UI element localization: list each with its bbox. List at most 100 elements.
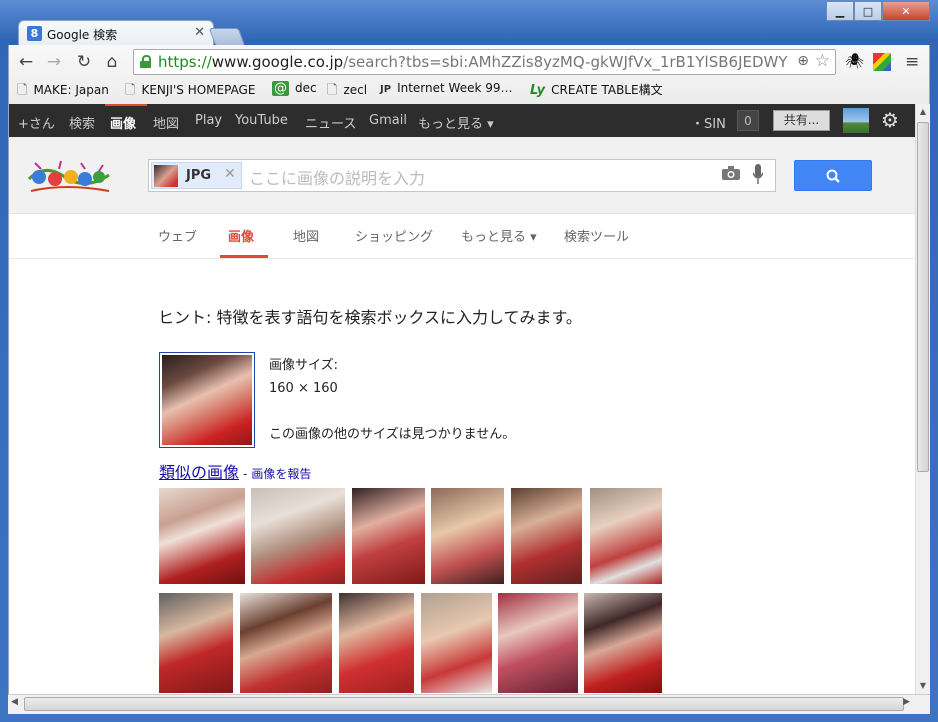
search-header: JPG ✕ ここに画像の説明を入力: [9, 137, 915, 214]
gbar-search[interactable]: 検索: [69, 113, 95, 132]
similar-image-thumb[interactable]: [431, 488, 504, 584]
vertical-scrollbar[interactable]: ▲ ▼: [915, 104, 930, 694]
browser-tab[interactable]: 8 Google 検索 ✕: [18, 20, 214, 46]
similar-image-thumb[interactable]: [498, 593, 578, 693]
scroll-down-icon[interactable]: ▼: [916, 678, 930, 694]
bookmark-item[interactable]: JP Internet Week 99…: [380, 81, 513, 95]
jpnic-icon: JP: [380, 84, 392, 95]
google-bar: +さん 検索 画像 地図 Play YouTube ニュース Gmail もっと…: [9, 104, 915, 137]
horizontal-scrollbar[interactable]: ◀ ▶: [8, 694, 930, 714]
forward-arrow-icon[interactable]: →: [43, 52, 65, 72]
similar-image-thumb[interactable]: [421, 593, 492, 693]
similar-image-thumb[interactable]: [511, 488, 582, 584]
tab-shopping[interactable]: ショッピング: [355, 226, 433, 245]
gbar-images[interactable]: 画像: [110, 113, 136, 132]
at-icon: @: [272, 81, 289, 96]
address-bar[interactable]: https://www.google.co.jp/search?tbs=sbi:…: [133, 49, 836, 75]
google-favicon-icon: 8: [27, 26, 42, 41]
similar-image-thumb[interactable]: [251, 488, 345, 584]
similar-image-thumb[interactable]: [590, 488, 662, 584]
chip-label: JPG: [186, 168, 212, 183]
close-window-button[interactable]: ✕: [882, 1, 930, 21]
search-box[interactable]: JPG ✕ ここに画像の説明を入力: [148, 159, 776, 192]
page-viewport: +さん 検索 画像 地図 Play YouTube ニュース Gmail もっと…: [8, 104, 915, 694]
gbar-plus[interactable]: +さん: [18, 113, 55, 132]
similar-image-thumb[interactable]: [240, 593, 332, 693]
tab-maps[interactable]: 地図: [293, 226, 319, 245]
query-image[interactable]: [159, 352, 255, 448]
back-arrow-icon[interactable]: ←: [15, 52, 37, 72]
similar-image-thumb[interactable]: [584, 593, 662, 693]
browser-toolbar: ← → ↻ ⌂ https://www.google.co.jp/search?…: [8, 45, 930, 104]
bookmark-item[interactable]: @ dec: [272, 81, 317, 96]
active-indicator: [105, 104, 147, 106]
vertical-scroll-thumb[interactable]: [917, 122, 929, 472]
size-label: 画像サイズ:: [269, 358, 338, 373]
query-image-photo: [162, 355, 252, 445]
search-tabs: ウェブ 画像 地図 ショッピング もっと見る ▾ 検索ツール: [9, 214, 915, 259]
page-icon: 🗋: [125, 83, 136, 98]
report-image-link[interactable]: 画像を報告: [251, 467, 311, 481]
minimize-button[interactable]: ▁: [826, 1, 854, 21]
window-controls: ▁ □ ✕: [826, 1, 930, 21]
bookmark-item[interactable]: 🗋 MAKE: Japan: [17, 81, 109, 103]
no-other-sizes-text: この画像の他のサイズは見つかりません。: [269, 427, 516, 442]
gbar-user[interactable]: ・SIN: [691, 113, 726, 132]
similar-images-link[interactable]: 類似の画像: [159, 463, 239, 482]
horizontal-scroll-thumb[interactable]: [24, 697, 904, 711]
similar-image-thumb[interactable]: [159, 488, 245, 584]
search-button[interactable]: [794, 160, 872, 191]
tab-search-tools[interactable]: 検索ツール: [564, 226, 629, 245]
camera-icon[interactable]: [722, 166, 740, 180]
tab-more[interactable]: もっと見る ▾: [461, 226, 537, 245]
home-icon[interactable]: ⌂: [101, 52, 123, 72]
bookmark-item[interactable]: 🗋 KENJI'S HOMEPAGE: [125, 81, 255, 103]
gbar-play[interactable]: Play: [195, 113, 222, 128]
query-thumbnail: [154, 165, 178, 187]
avatar[interactable]: [843, 108, 869, 133]
scroll-left-icon[interactable]: ◀: [11, 697, 18, 707]
share-button[interactable]: 共有...: [773, 110, 830, 131]
maximize-button[interactable]: □: [854, 1, 882, 21]
tab-images[interactable]: 画像: [228, 226, 254, 245]
tab-web[interactable]: ウェブ: [158, 226, 197, 245]
microphone-icon[interactable]: [753, 164, 763, 186]
bookmark-item[interactable]: 🗋 zecl: [327, 81, 367, 103]
color-extension-icon[interactable]: [873, 53, 891, 71]
browser-window: 8 Google 検索 ✕ ▁ □ ✕ ← → ↻ ⌂ https://www.…: [0, 0, 938, 722]
new-tab-button[interactable]: [208, 28, 246, 46]
gbar-youtube[interactable]: YouTube: [235, 113, 288, 128]
size-value: 160 × 160: [269, 381, 338, 396]
bookmark-item[interactable]: Ly CREATE TABLE構文: [530, 81, 663, 98]
gbar-maps[interactable]: 地図: [153, 113, 179, 132]
zoom-icon[interactable]: ⊕: [797, 53, 809, 69]
page-icon: 🗋: [327, 83, 338, 98]
page-icon: 🗋: [17, 83, 28, 98]
search-icon: [826, 169, 840, 183]
google-doodle-logo[interactable]: [25, 157, 113, 197]
image-query-chip[interactable]: JPG ✕: [151, 162, 242, 189]
similar-image-thumb[interactable]: [352, 488, 425, 584]
gbar-gmail[interactable]: Gmail: [369, 113, 407, 128]
reload-icon[interactable]: ↻: [73, 52, 95, 72]
similar-image-thumb[interactable]: [159, 593, 233, 693]
gbar-more[interactable]: もっと見る ▾: [418, 113, 494, 132]
tab-close-icon[interactable]: ✕: [194, 25, 205, 40]
bookmark-star-icon[interactable]: ☆: [815, 51, 830, 71]
scroll-right-icon[interactable]: ▶: [903, 697, 910, 707]
image-info: 画像サイズ: 160 × 160 この画像の他のサイズは見つかりません。: [269, 354, 515, 446]
notification-count[interactable]: 0: [737, 110, 759, 131]
bug-extension-icon[interactable]: 🕷: [845, 52, 864, 70]
tab-title: Google 検索: [47, 28, 118, 42]
scroll-up-icon[interactable]: ▲: [916, 104, 930, 120]
menu-icon[interactable]: ≡: [905, 52, 919, 72]
similar-image-thumb[interactable]: [339, 593, 414, 693]
remove-chip-icon[interactable]: ✕: [224, 166, 236, 182]
url-text: https://www.google.co.jp/search?tbs=sbi:…: [158, 53, 788, 71]
ly-icon: Ly: [530, 83, 546, 98]
gear-icon[interactable]: ⚙: [881, 108, 899, 132]
search-input[interactable]: ここに画像の説明を入力: [249, 165, 425, 189]
bookmarks-bar: 🗋 MAKE: Japan 🗋 KENJI'S HOMEPAGE @ dec 🗋 zec…: [9, 76, 929, 102]
lock-icon: [140, 55, 151, 68]
gbar-news[interactable]: ニュース: [305, 113, 356, 132]
